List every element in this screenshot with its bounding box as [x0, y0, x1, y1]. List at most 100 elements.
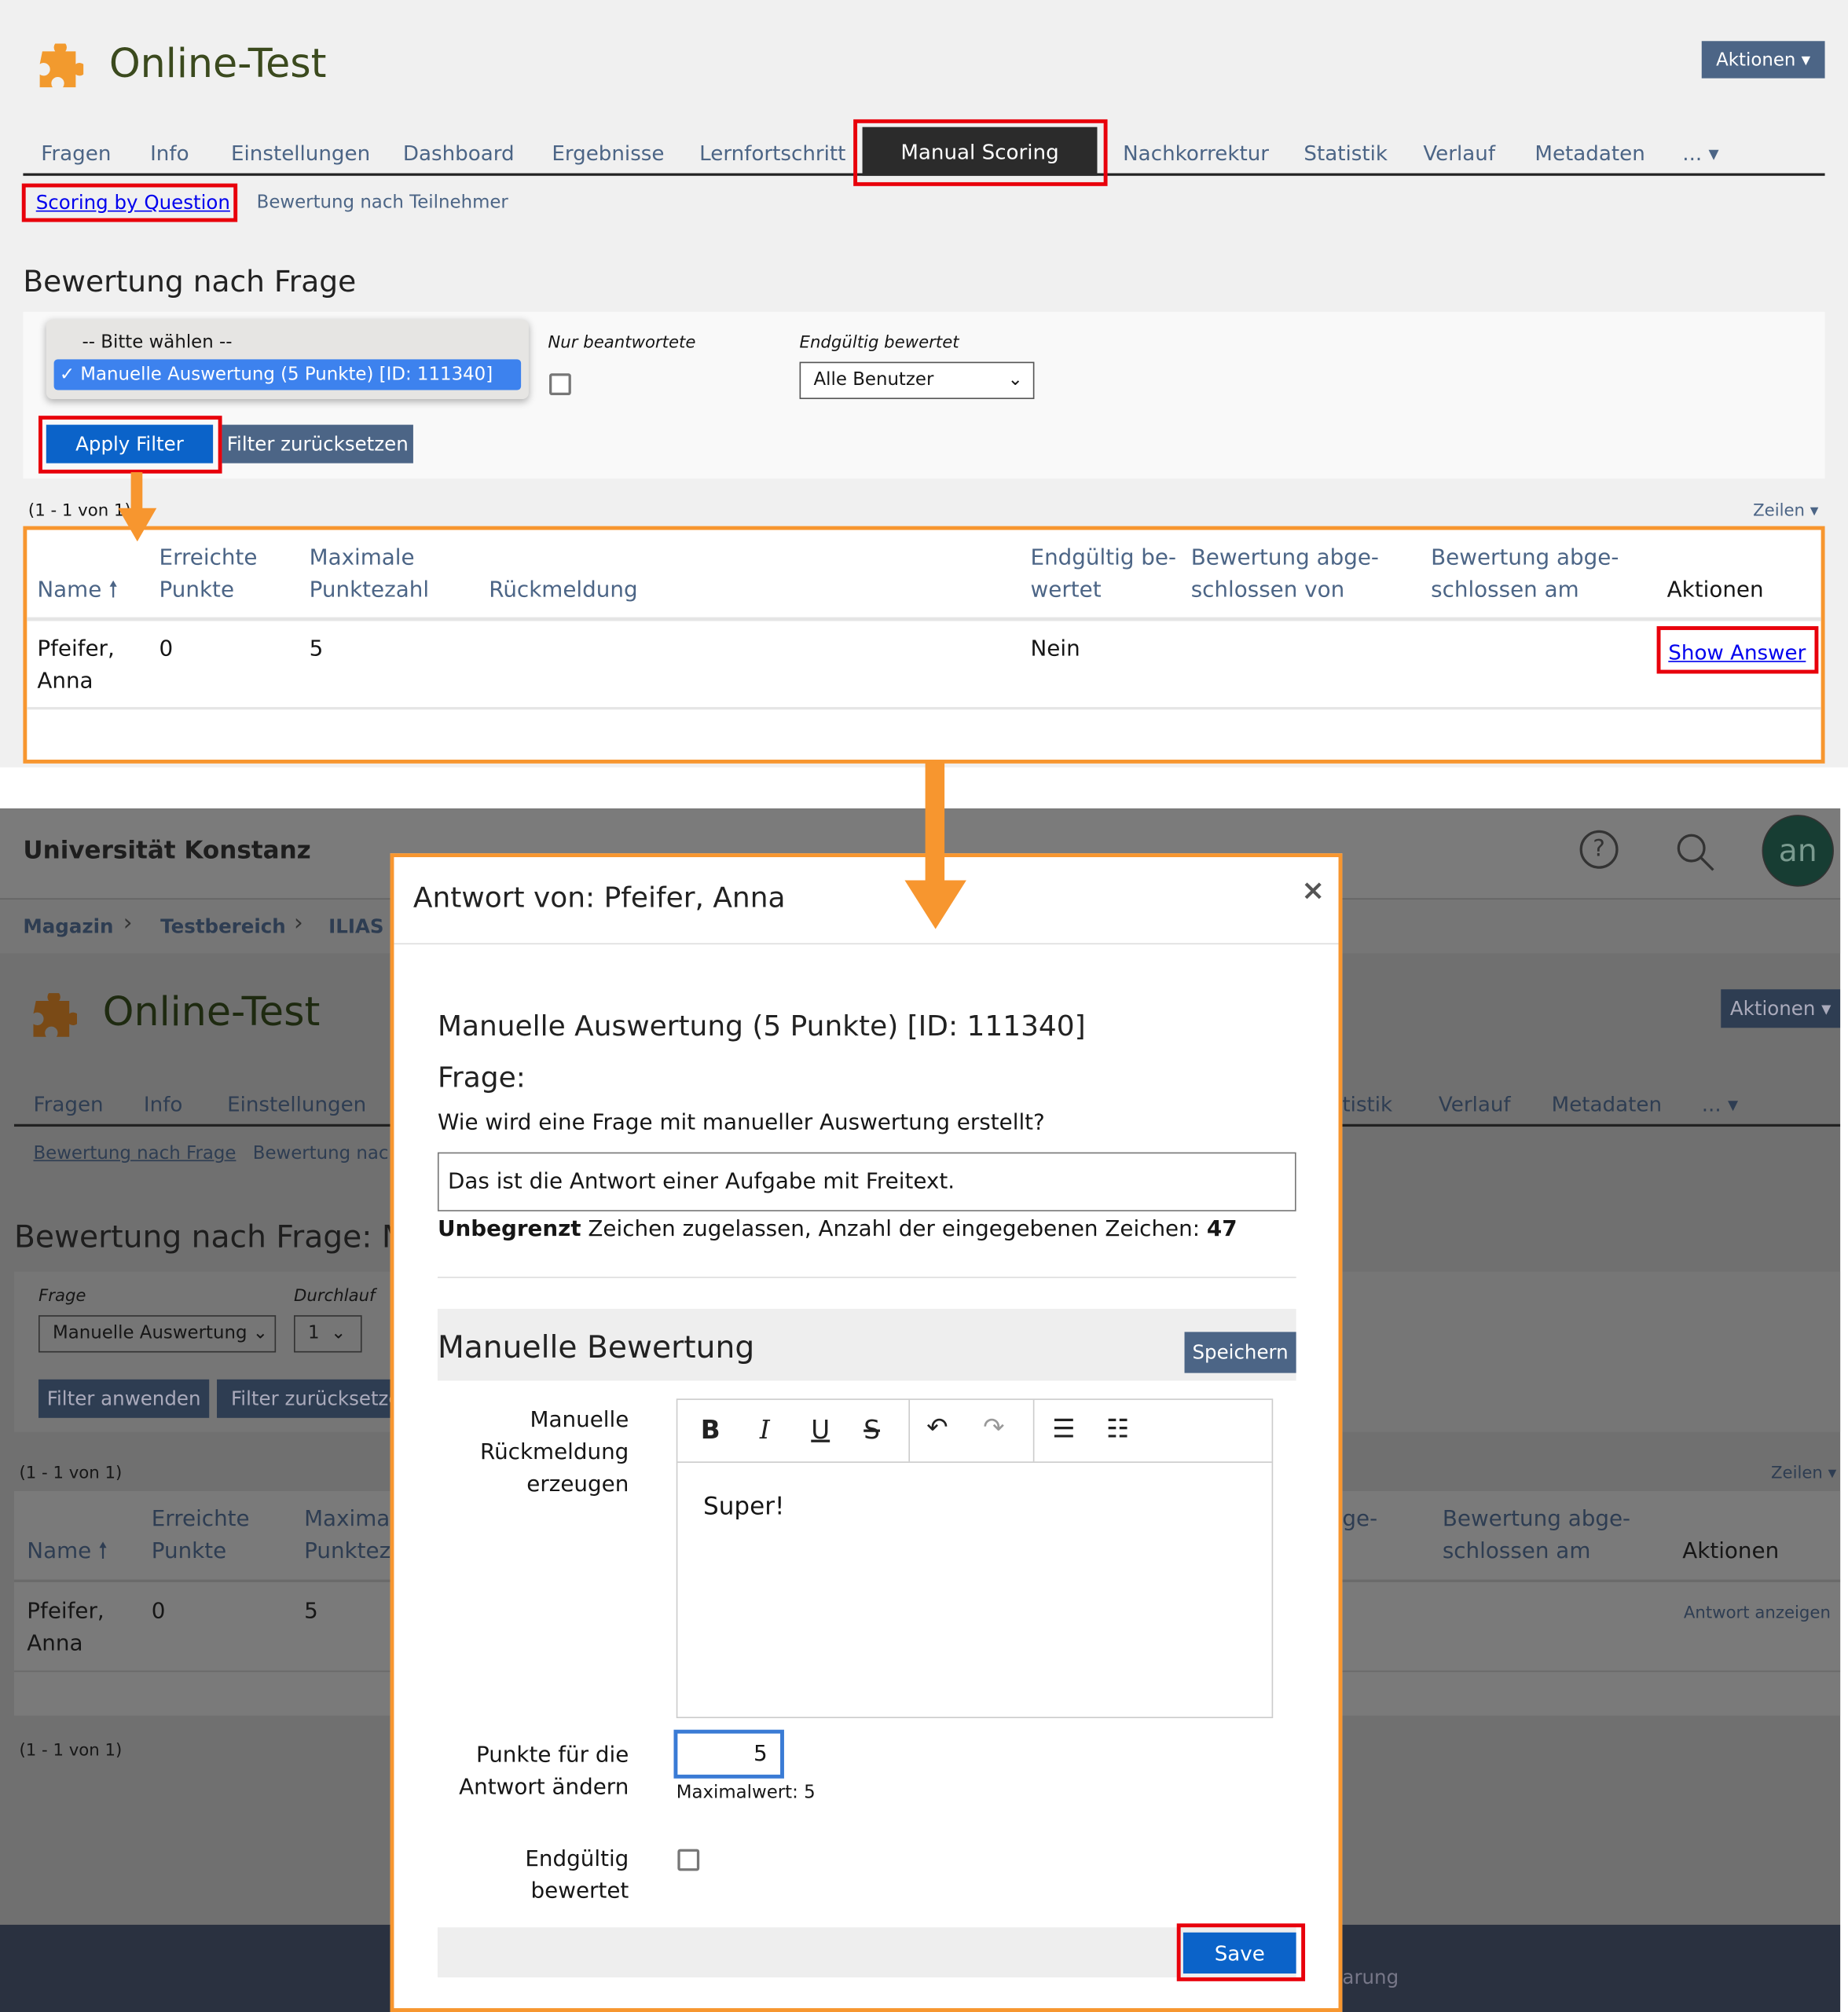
hdr-line: Punktez — [304, 1538, 391, 1564]
tab-statistik[interactable]: tistik — [1342, 1092, 1392, 1116]
actions-label: Aktionen — [1729, 997, 1816, 1021]
question-title: Manuelle Auswertung (5 Punkte) [ID: 1113… — [437, 1011, 1086, 1043]
reset-filter-button[interactable]: Filter zurücksetzen — [222, 424, 413, 464]
col-name[interactable]: Name 🠕 — [37, 575, 118, 607]
col-name-label: Name — [27, 1538, 92, 1564]
pagination-bottom: (1 - 1 von 1) — [19, 1741, 123, 1761]
cell-name: Pfeifer, Anna — [27, 1596, 104, 1661]
final-label: Endgültig bewertet — [799, 333, 959, 354]
more-label: ... — [1701, 1091, 1722, 1116]
strikethrough-icon[interactable]: S — [864, 1414, 880, 1445]
breadcrumb-item[interactable]: ILIAS | — [328, 915, 398, 938]
tab-verlauf[interactable]: Verlauf — [1439, 1092, 1511, 1116]
footer-link[interactable]: arung — [1342, 1966, 1399, 1988]
italic-icon[interactable]: I — [760, 1414, 770, 1445]
tab-dashboard[interactable]: Dashboard — [403, 141, 515, 166]
undo-icon[interactable]: ↶ — [926, 1412, 948, 1442]
question-dropdown[interactable]: -- Bitte wählen -- ✓ Manuelle Auswertung… — [46, 319, 529, 399]
show-answer-link[interactable]: Antwort anzeigen — [1684, 1604, 1831, 1623]
durchlauf-select[interactable]: 1 ⌄ — [294, 1315, 362, 1353]
tab-metadaten[interactable]: Metadaten — [1534, 141, 1644, 166]
bold-icon[interactable]: B — [701, 1414, 720, 1445]
tab-fragen[interactable]: Fragen — [33, 1092, 103, 1116]
hdr-line: Endgültig be- — [1030, 545, 1177, 571]
option-selected[interactable]: ✓ Manuelle Auswertung (5 Punkte) [ID: 11… — [53, 359, 522, 390]
tab-nachkorrektur[interactable]: Nachkorrektur — [1123, 141, 1269, 166]
highlight-box — [1176, 1923, 1306, 1981]
label-line: Manuelle — [530, 1407, 629, 1434]
tab-more[interactable]: ... ▾ — [1702, 1092, 1738, 1116]
hdr-line: Punkte — [151, 1538, 227, 1564]
hdr-line: Maxima — [304, 1506, 390, 1533]
underline-icon[interactable]: U — [811, 1414, 830, 1445]
final-checkbox[interactable] — [677, 1849, 700, 1871]
close-icon[interactable]: × — [1301, 875, 1325, 907]
col-finished-by: Bewertung abge-schlossen von — [1191, 543, 1379, 607]
reset-filter-button[interactable]: Filter zurücksetze — [217, 1379, 397, 1418]
breadcrumb-item[interactable]: Testbereich — [160, 915, 286, 938]
puzzle-icon — [33, 993, 77, 1037]
tab-more[interactable]: ... ▾ — [1682, 141, 1718, 166]
tab-einstellungen[interactable]: Einstellungen — [227, 1092, 366, 1116]
divider — [437, 1277, 1296, 1278]
tab-einstellungen[interactable]: Einstellungen — [231, 141, 370, 166]
divider — [27, 706, 1821, 710]
divider — [27, 617, 1821, 621]
limit-text: Zeichen zugelassen, Anzahl der eingegebe… — [581, 1216, 1207, 1243]
help-icon[interactable]: ? — [1579, 830, 1619, 869]
grading-header: Manuelle Bewertung Speichern — [437, 1308, 1296, 1381]
option-none[interactable]: -- Bitte wählen -- — [82, 332, 233, 353]
col-finished-at: Bewertung abge-schlossen am — [1431, 543, 1619, 607]
frage-label: Frage — [38, 1287, 86, 1307]
points-input[interactable]: 5 — [673, 1729, 784, 1779]
speichern-button[interactable]: Speichern — [1184, 1332, 1296, 1373]
toolbar-divider — [908, 1399, 911, 1462]
tab-lernfortschritt[interactable]: Lernfortschritt — [699, 141, 845, 166]
only-answered-checkbox[interactable] — [549, 373, 571, 396]
tab-metadaten[interactable]: Metadaten — [1552, 1092, 1662, 1116]
hdr-line: wertet — [1030, 577, 1102, 603]
actions-button[interactable]: Aktionen ▾ — [1701, 41, 1825, 79]
tab-info[interactable]: Info — [144, 1092, 182, 1116]
col-finished-at: Bewertung abge-schlossen am — [1443, 1504, 1630, 1568]
breadcrumb-item[interactable]: Magazin — [23, 915, 113, 938]
feedback-text: Super! — [703, 1492, 785, 1521]
feedback-editor[interactable]: B I U S ↶ ↷ ☰ ☷ Super! — [676, 1398, 1274, 1718]
redo-icon[interactable]: ↷ — [983, 1412, 1004, 1442]
subtab-by-participant[interactable]: Bewertung nach — [253, 1143, 400, 1164]
col-final: Endgültig be-wertet — [1031, 543, 1177, 607]
highlight-box — [853, 119, 1108, 186]
tab-fragen[interactable]: Fragen — [41, 141, 111, 166]
actions-button[interactable]: Aktionen ▾ — [1721, 989, 1841, 1028]
cell-final: Nein — [1030, 636, 1080, 662]
subtab-by-question[interactable]: Bewertung nach Frage — [33, 1143, 236, 1164]
results-table: Name 🠕 Erreichte Punkte Maximale Punktezah… — [23, 526, 1825, 764]
apply-filter-button[interactable]: Filter anwenden — [38, 1379, 210, 1418]
numbered-list-icon[interactable]: ☷ — [1106, 1413, 1129, 1443]
frage-select[interactable]: Manuelle Auswertung ⌄ — [38, 1315, 277, 1353]
hdr-line: Bewertung abge- — [1442, 1506, 1631, 1533]
search-icon[interactable] — [1674, 831, 1715, 872]
col-points: Erreichte Punkte — [152, 1504, 250, 1568]
screenshot: Online-Test Aktionen ▾ Fragen Info Einst… — [0, 0, 1848, 2012]
only-answered-label: Nur beantwortete — [548, 333, 696, 354]
col-name[interactable]: Name 🠕 — [27, 1536, 108, 1568]
final-select[interactable]: Alle Benutzer ⌄ — [799, 361, 1035, 399]
cell-max: 5 — [304, 1599, 318, 1625]
avatar[interactable]: an — [1762, 815, 1834, 887]
page-title: Online-Test — [102, 989, 321, 1036]
hdr-line: Punktezahl — [309, 577, 430, 603]
tab-verlauf[interactable]: Verlauf — [1423, 141, 1495, 166]
points-label: Punkte für die Antwort ändern — [446, 1740, 629, 1805]
arrow-down-icon — [118, 472, 157, 542]
rows-menu[interactable]: Zeilen ▾ — [1771, 1464, 1836, 1483]
subtab-by-participant[interactable]: Bewertung nach Teilnehmer — [257, 192, 508, 213]
rows-menu[interactable]: Zeilen ▾ — [1753, 502, 1818, 521]
tab-info[interactable]: Info — [150, 141, 189, 166]
tab-statistik[interactable]: Statistik — [1304, 141, 1388, 166]
bullet-list-icon[interactable]: ☰ — [1052, 1413, 1075, 1443]
puzzle-icon — [39, 43, 84, 88]
tab-ergebnisse[interactable]: Ergebnisse — [552, 141, 664, 166]
scoring-page: Online-Test Aktionen ▾ Fragen Info Einst… — [0, 0, 1848, 768]
check-icon: ✓ — [59, 364, 75, 385]
